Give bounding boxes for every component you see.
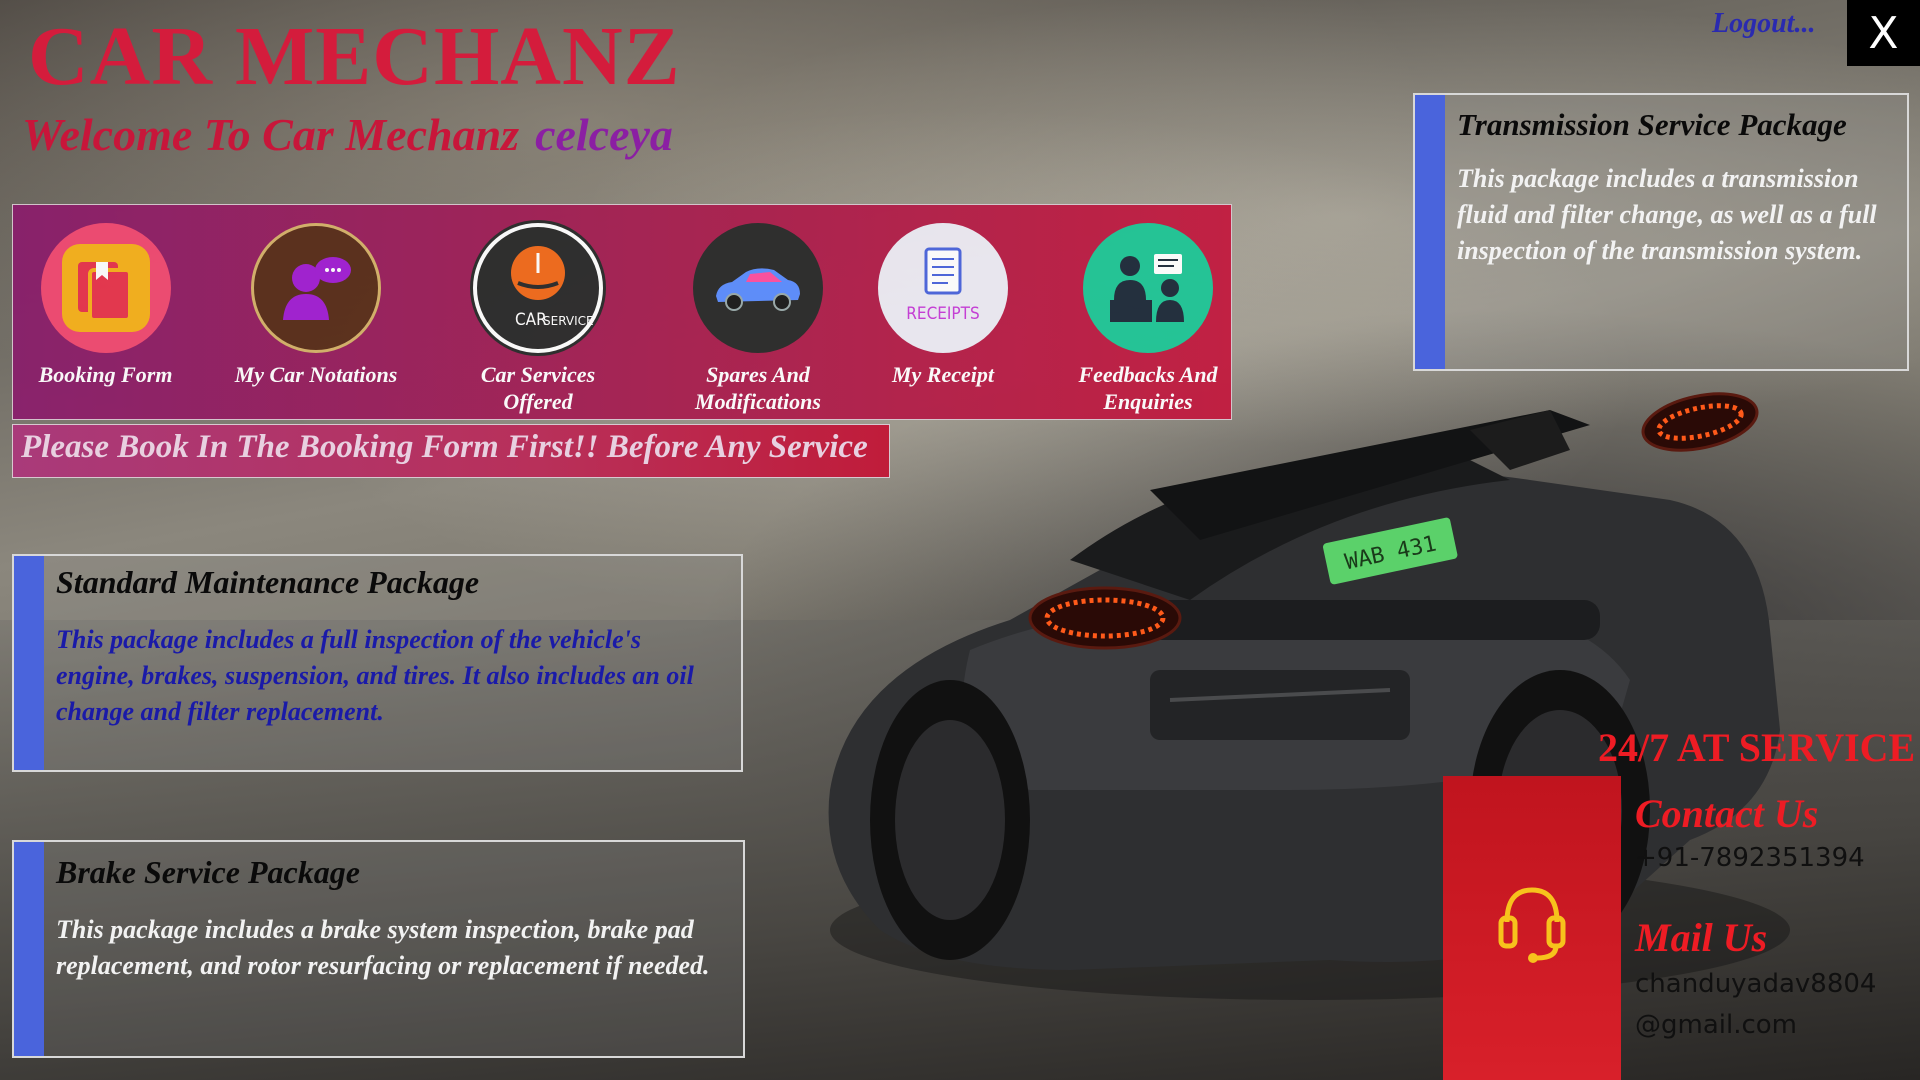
logout-link[interactable]: Logout... [1712,8,1815,40]
menu-item-booking-form[interactable]: Booking Form [23,223,188,388]
package-description: This package includes a transmission flu… [1457,164,1877,265]
card-accent-bar [1415,95,1445,369]
app-brand-title: CAR MECHANZ [28,10,681,103]
mail-us-heading: Mail Us [1635,915,1768,960]
card-accent-bar [14,842,44,1056]
menu-label: Booking Form [38,362,173,387]
package-title: Brake Service Package [56,854,360,890]
contact-phone: +91-7892351394 [1635,843,1865,873]
package-title: Transmission Service Package [1457,107,1847,142]
menu-label: My Receipt [891,362,995,387]
menu-label: Feedbacks And Enquiries [1078,362,1218,414]
menu-item-my-receipt[interactable]: RECEIPTS My Receipt [858,223,1028,388]
menu-label: Spares And Modifications [695,362,821,414]
booking-form-icon [40,223,171,353]
card-accent-bar [14,556,44,770]
package-description: This package includes a full inspection … [56,625,694,726]
spares-car-icon [693,223,823,353]
car-service-icon: CAR SERVICE [473,223,603,353]
transmission-package-card: Transmission Service Package This packag… [1413,93,1909,371]
contact-email: chanduyadav8804@gmail.com [1635,969,1877,1040]
close-button[interactable]: X [1847,0,1920,66]
menu-label: My Car Notations [234,362,398,387]
standard-package-card: Standard Maintenance Package This packag… [12,554,743,772]
username-label: celceya [535,109,673,160]
main-menu-bar: Booking Form My Car Notations CAR SERVIC… [12,204,1232,420]
receipts-icon-text: RECEIPTS [906,304,979,324]
contact-card: Contact Us +91-7892351394 Mail Us chandu… [1443,776,1920,1080]
menu-item-car-notations[interactable]: My Car Notations [211,223,421,388]
menu-item-spares-modifications[interactable]: Spares And Modifications [663,223,853,415]
booking-notice-text: Please Book In The Booking Form First!! … [21,429,868,465]
welcome-message: Welcome To Car Mechanz celceya [22,108,673,161]
package-title: Standard Maintenance Package [56,564,480,600]
brake-package-card: Brake Service Package This package inclu… [12,840,745,1058]
package-description: This package includes a brake system ins… [56,915,710,980]
welcome-text: Welcome To Car Mechanz [22,109,520,160]
contact-icon-panel [1443,776,1621,1080]
feedback-enquiries-icon [1083,223,1213,353]
booking-notice-banner: Please Book In The Booking Form First!! … [12,424,890,478]
menu-item-feedbacks[interactable]: Feedbacks And Enquiries [1048,223,1248,415]
availability-heading: 24/7 AT SERVICE [1598,725,1916,770]
menu-label: Car Services Offered [480,362,596,414]
contact-us-heading: Contact Us [1635,791,1819,836]
car-service-icon-text-service: SERVICE [543,314,593,328]
headset-icon [1498,887,1566,963]
car-notations-icon [251,223,381,353]
menu-item-car-services[interactable]: CAR SERVICE Car Services Offered [443,223,633,415]
receipts-icon: RECEIPTS [878,223,1008,353]
